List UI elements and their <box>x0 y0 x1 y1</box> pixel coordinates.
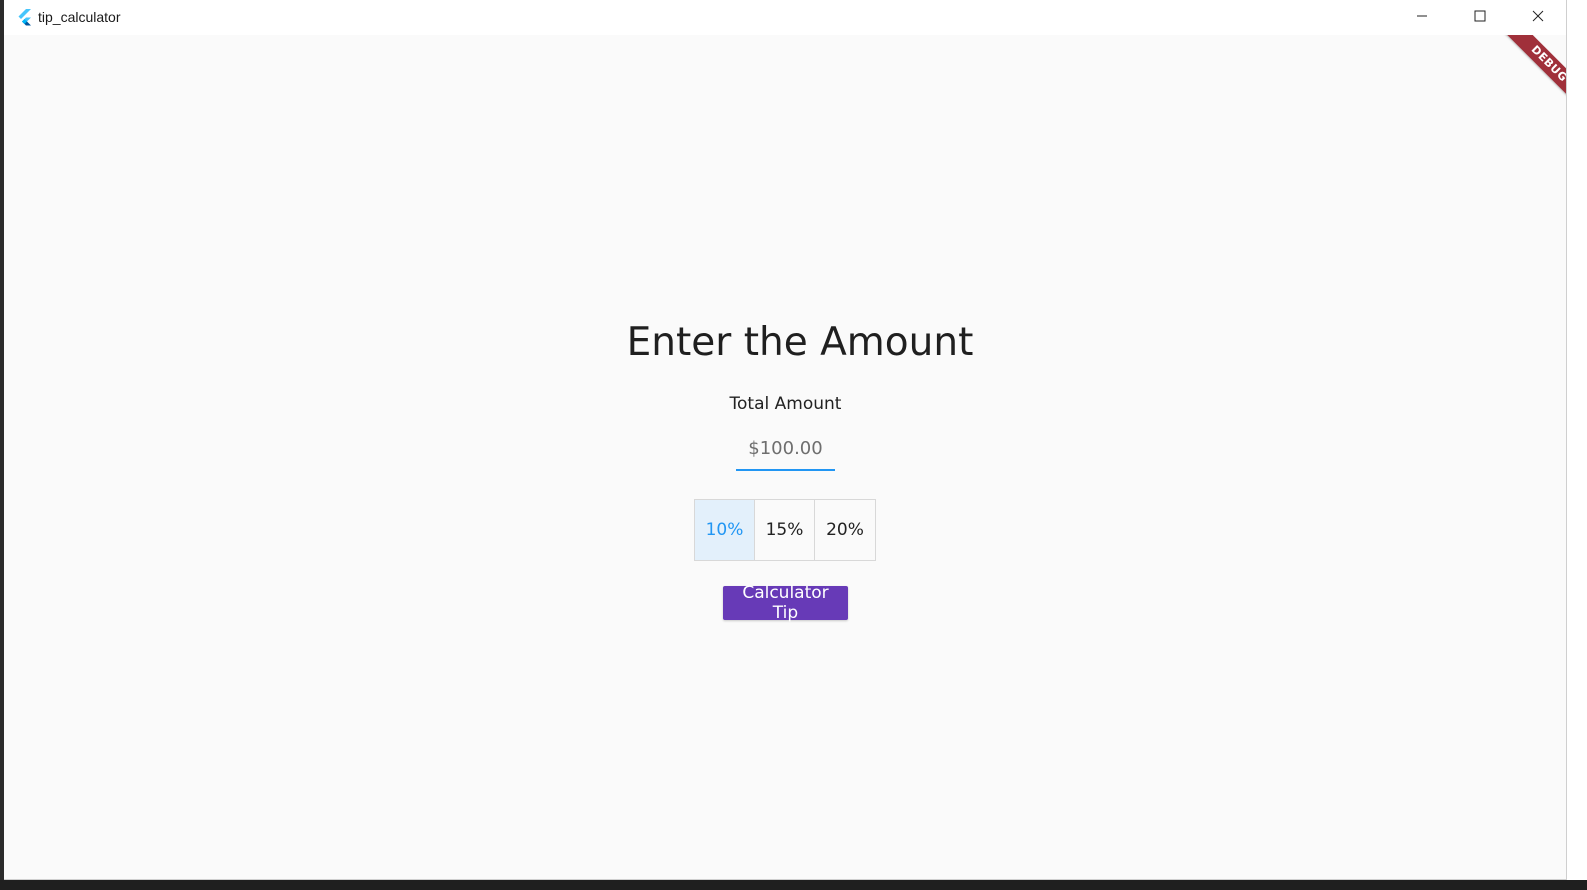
desktop-right-edge <box>1568 0 1587 890</box>
main-content: Enter the Amount Total Amount 10% 15% 20… <box>4 35 1566 879</box>
close-button[interactable] <box>1509 0 1566 35</box>
calculate-tip-button[interactable]: Calculator Tip <box>723 583 848 623</box>
close-icon <box>1532 9 1544 27</box>
tip-percentage-toggle: 10% 15% 20% <box>694 499 876 561</box>
taskbar-edge <box>0 880 1587 890</box>
flutter-logo-icon <box>14 8 34 28</box>
tip-option-20[interactable]: 20% <box>815 500 875 560</box>
total-amount-input[interactable] <box>736 433 835 471</box>
tip-option-10[interactable]: 10% <box>695 500 755 560</box>
tip-option-15[interactable]: 15% <box>755 500 815 560</box>
window-title: tip_calculator <box>38 9 121 25</box>
maximize-icon <box>1474 9 1486 27</box>
app-window: tip_calculator DEBUG Enter the Amount To… <box>4 0 1567 880</box>
page-title: Enter the Amount <box>626 320 974 365</box>
title-bar[interactable]: tip_calculator <box>4 0 1566 35</box>
minimize-button[interactable] <box>1393 0 1451 35</box>
total-amount-label: Total Amount <box>729 394 842 414</box>
minimize-icon <box>1416 9 1428 27</box>
maximize-button[interactable] <box>1451 0 1509 35</box>
